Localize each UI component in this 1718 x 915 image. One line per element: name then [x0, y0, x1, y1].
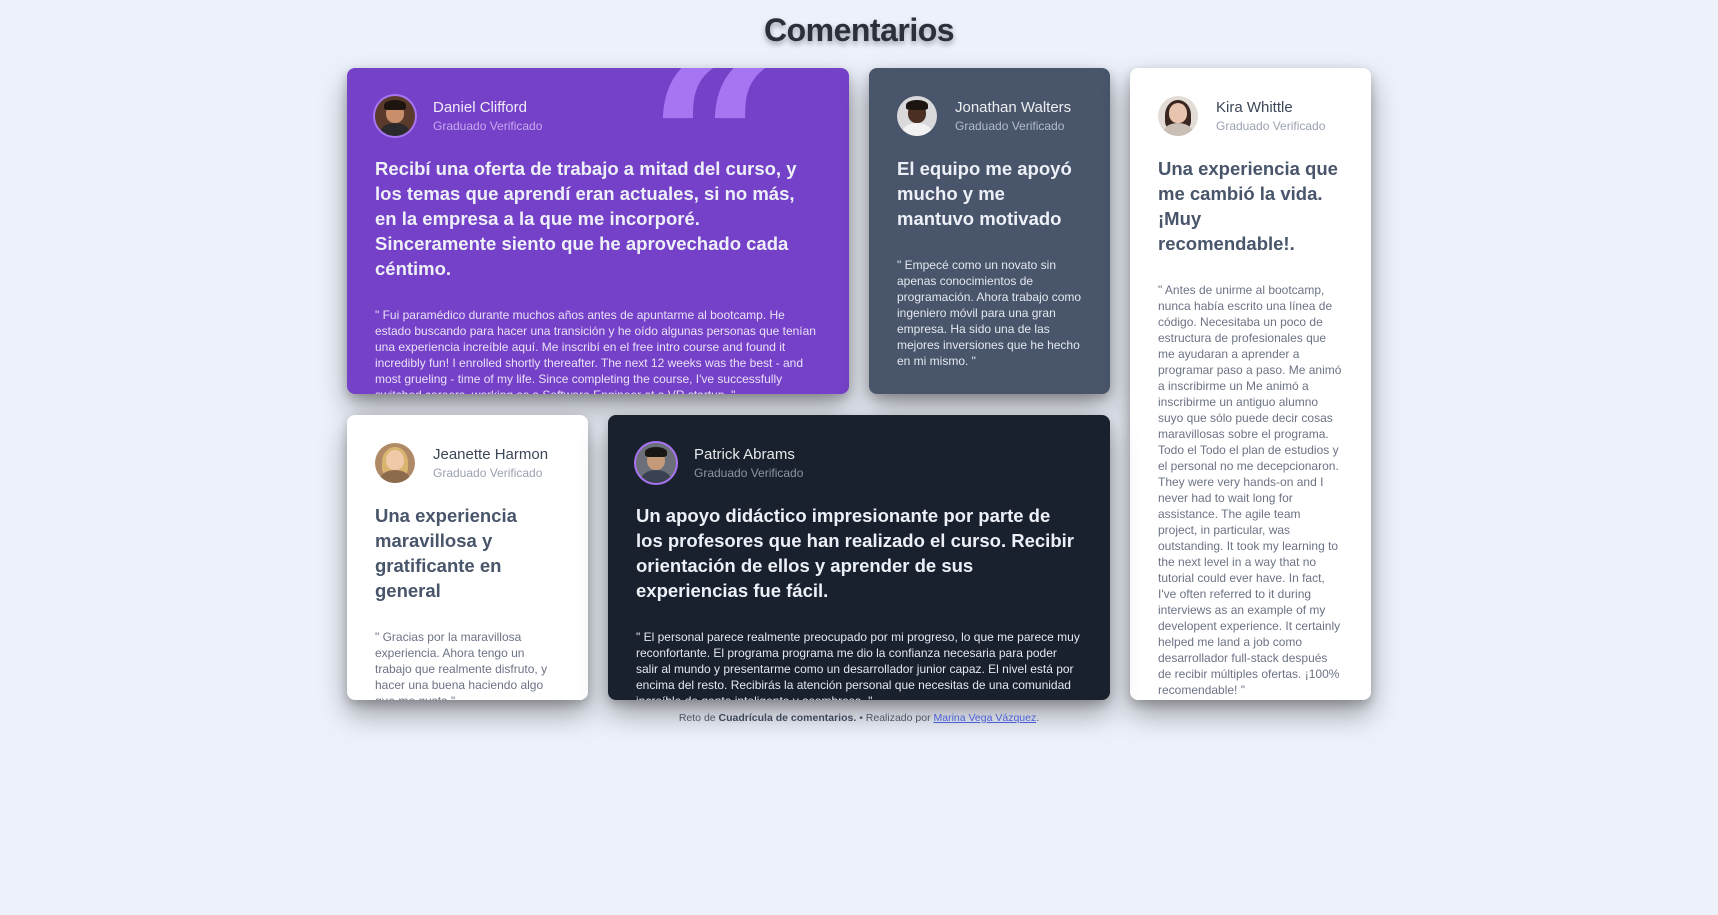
- page-title: Comentarios: [763, 12, 955, 48]
- testimonial-role: Graduado Verificado: [1216, 118, 1326, 133]
- testimonial-role: Graduado Verificado: [433, 465, 543, 480]
- testimonial-quote: " Empecé como un novato sin apenas conoc…: [897, 258, 1082, 368]
- testimonial-headline: Recibí una oferta de trabajo a mitad del…: [375, 158, 797, 279]
- author-link[interactable]: Marina Vega Vázquez: [934, 712, 1037, 724]
- testimonial-headline: El equipo me apoyó mucho y me mantuvo mo…: [897, 158, 1072, 229]
- avatar: [375, 96, 415, 136]
- testimonial-card-patrick: Patrick Abrams Graduado Verificado Un ap…: [608, 415, 1110, 700]
- avatar: [897, 96, 937, 136]
- avatar: [375, 443, 415, 483]
- testimonial-name: Jonathan Walters: [955, 98, 1072, 116]
- attribution-footer: Reto de Cuadrícula de comentarios. • Rea…: [0, 712, 1718, 724]
- avatar: [636, 443, 676, 483]
- testimonial-name: Daniel Clifford: [433, 98, 527, 116]
- testimonial-role: Graduado Verificado: [955, 118, 1065, 133]
- testimonial-name: Kira Whittle: [1216, 98, 1293, 116]
- testimonial-card-kira: Kira Whittle Graduado Verificado Una exp…: [1130, 68, 1371, 700]
- testimonial-name: Patrick Abrams: [694, 445, 795, 463]
- testimonial-quote: " Antes de unirme al bootcamp, nunca hab…: [1158, 283, 1342, 697]
- footer-suffix: .: [1036, 712, 1040, 724]
- testimonial-card-jonathan: Jonathan Walters Graduado Verificado El …: [869, 68, 1110, 394]
- testimonial-headline: Una experiencia que me cambió la vida. ¡…: [1158, 158, 1338, 254]
- testimonial-card-jeanette: Jeanette Harmon Graduado Verificado Una …: [347, 415, 588, 700]
- testimonial-name: Jeanette Harmon: [433, 445, 549, 463]
- avatar: [1158, 96, 1198, 136]
- testimonial-quote: " El personal parece realmente preocupad…: [636, 630, 1080, 700]
- testimonial-quote: " Gracias por la maravillosa experiencia…: [375, 630, 548, 700]
- testimonial-card-daniel: “ Daniel Clifford Graduado Verificado Re…: [347, 68, 849, 394]
- footer-challenge-name: Cuadrícula de comentarios.: [718, 712, 857, 724]
- footer-middle: • Realizado por: [859, 712, 931, 724]
- testimonial-quote: " Fui paramédico durante muchos años ant…: [375, 308, 816, 394]
- testimonial-role: Graduado Verificado: [433, 118, 543, 133]
- testimonial-role: Graduado Verificado: [694, 465, 804, 480]
- testimonial-headline: Una experiencia maravillosa y gratifican…: [375, 505, 517, 601]
- footer-prefix: Reto de: [678, 712, 716, 724]
- testimonial-headline: Un apoyo didáctico impresionante por par…: [636, 505, 1074, 601]
